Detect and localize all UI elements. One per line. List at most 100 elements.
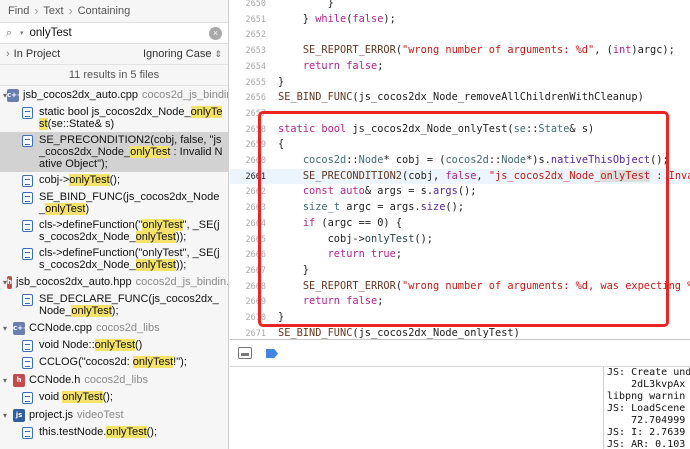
file-type-icon: c++ (7, 88, 23, 102)
line-number: 2660 (245, 156, 266, 166)
result-match-row[interactable]: cls->defineFunction("onlyTest", _SE(js_c… (0, 217, 228, 245)
result-file-name: project.js (29, 409, 74, 421)
breadcrumb-text[interactable]: Text (43, 5, 63, 17)
code-line[interactable]: 2663 size_t argc = args.size(); (230, 200, 690, 215)
code-text: return false; (302, 59, 384, 72)
disclosure-triangle-icon[interactable]: ▾ (3, 411, 13, 420)
result-match-text: void onlyTest(); (39, 391, 113, 403)
file-type-icon: js (13, 408, 25, 422)
result-file-row[interactable]: ▾ js project.js videoTest (0, 406, 228, 424)
line-number: 2651 (245, 14, 266, 25)
result-match-row[interactable]: CCLOG("cocos2d: onlyTest!"); (0, 354, 228, 371)
code-text: SE_REPORT_ERROR("wrong number of argumen… (302, 44, 675, 57)
code-line[interactable]: 2654 return false; (230, 59, 690, 74)
code-line[interactable]: 2657 (230, 106, 690, 121)
search-bar: ⌕ ▾ onlyTest × (0, 22, 228, 44)
code-line[interactable]: 2659 { (230, 137, 690, 152)
code-line[interactable]: 2671 SE_BIND_FUNC(js_cocos2dx_Node_onlyTe… (230, 326, 690, 339)
match-mode-selector[interactable]: Ignoring Case (143, 48, 212, 60)
chevron-right-icon: › (34, 4, 39, 18)
breadcrumb-containing[interactable]: Containing (78, 5, 131, 17)
console-line: JS: Create unde (607, 367, 690, 378)
text-match-icon (22, 192, 33, 204)
code-line[interactable]: 2665 cobj->onlyTest(); (230, 232, 690, 247)
disclosure-triangle-icon[interactable]: ▾ (3, 324, 13, 333)
code-line[interactable]: 2669 return false; (230, 294, 690, 309)
line-number: 2659 (245, 140, 266, 151)
line-number: 2661 (245, 171, 266, 182)
line-number: 2650 (245, 0, 266, 9)
code-line[interactable]: 2670} (230, 310, 690, 325)
search-input[interactable]: onlyTest (30, 27, 209, 39)
code-line[interactable]: 2652 (230, 27, 690, 42)
result-file-name: CCNode.h (29, 374, 81, 386)
result-match-text: static bool js_cocos2dx_Node_onlyTest(se… (39, 106, 223, 130)
text-match-icon (22, 357, 33, 369)
scope-selector[interactable]: In Project (14, 48, 143, 60)
code-text: } (278, 75, 285, 88)
code-line[interactable]: 2664 if (argc == 0) { (230, 216, 690, 231)
line-number: 2671 (245, 328, 266, 339)
result-file-group: cocos2d_libs (95, 322, 160, 334)
toggle-debug-area-icon[interactable] (238, 347, 252, 359)
result-file-row[interactable]: ▾ h jsb_cocos2dx_auto.hpp cocos2d_js_bindin… (0, 273, 228, 291)
code-text: return true; (327, 248, 403, 261)
console-line: libpng warnin (607, 391, 686, 402)
code-editor[interactable]: 2650 } 2651 } while(false); 2652 2653 SE_RE… (230, 0, 690, 339)
file-type-icon: h (13, 373, 25, 387)
code-line[interactable]: 2656 SE_BIND_FUNC(js_cocos2dx_Node_remove… (230, 90, 690, 105)
result-match-row[interactable]: cobj->onlyTest(); (0, 172, 228, 189)
code-line[interactable]: 2668 SE_REPORT_ERROR("wrong number of ar… (230, 279, 690, 294)
match-mode-stepper-icon: ⇕ (214, 48, 222, 59)
console-line: JS: I: 2.7639 (607, 427, 686, 438)
code-text: } while(false); (278, 12, 396, 25)
disclosure-triangle-icon[interactable]: ▾ (3, 376, 13, 385)
code-line[interactable]: 2658 static bool js_cocos2dx_Node_onlyTes… (230, 122, 690, 137)
code-line[interactable]: 2666 return true; (230, 247, 690, 262)
result-count: 11 results in 5 files (0, 64, 228, 86)
code-line[interactable]: 2661 SE_PRECONDITION2(cobj, false, "js_c… (230, 168, 690, 184)
code-text: size_t argc = args.size(); (302, 201, 465, 214)
result-match-row[interactable]: this.testNode.onlyTest(); (0, 424, 228, 441)
code-text: SE_BIND_FUNC(js_cocos2dx_Node_removeAllC… (278, 91, 644, 104)
result-file-group: cocos2d_libs (84, 374, 148, 386)
line-number: 2652 (245, 30, 266, 41)
result-match-row[interactable]: cls->defineFunction("onlyTest", _SE(js_c… (0, 245, 228, 273)
result-file-group: cocos2d_js_bindin... (141, 89, 228, 101)
code-line[interactable]: 2655} (230, 75, 690, 90)
result-match-row[interactable]: void onlyTest(); (0, 389, 228, 406)
result-match-row[interactable]: static bool js_cocos2dx_Node_onlyTest(se… (0, 104, 228, 132)
line-number: 2665 (245, 234, 266, 245)
code-text: SE_PRECONDITION2(cobj, false, "js_cocos2… (302, 169, 690, 182)
code-text: SE_BIND_FUNC(js_cocos2dx_Node_onlyTest) (278, 326, 520, 339)
code-line[interactable]: 2651 } while(false); (230, 12, 690, 27)
console-line: 72.704999 (607, 415, 686, 426)
clear-search-icon[interactable]: × (209, 26, 222, 40)
code-line[interactable]: 2667 } (230, 263, 690, 278)
text-match-icon (22, 107, 33, 119)
result-match-row[interactable]: void Node::onlyTest() (0, 337, 228, 354)
result-match-row[interactable]: SE_PRECONDITION2(cobj, false, "js_cocos2… (0, 132, 228, 172)
line-number: 2654 (245, 61, 266, 72)
code-line[interactable]: 2653 SE_REPORT_ERROR("wrong number of ar… (230, 43, 690, 58)
result-file-row[interactable]: ▾ c++ CCNode.cpp cocos2d_libs (0, 319, 228, 337)
code-line[interactable]: 2650 } (230, 0, 690, 11)
file-type-icon: c++ (13, 321, 29, 335)
text-match-icon (22, 175, 33, 187)
find-navigator: Find › Text › Containing ⌕ ▾ onlyTest × … (0, 0, 229, 449)
result-match-row[interactable]: SE_BIND_FUNC(js_cocos2dx_Node_onlyTest) (0, 189, 228, 217)
code-text: cocos2d::Node* cobj = (cocos2d::Node*)s.… (302, 154, 669, 166)
code-text: } (278, 0, 334, 9)
result-match-text: cls->defineFunction("onlyTest", _SE(js_c… (39, 219, 220, 243)
breadcrumb-find[interactable]: Find (8, 5, 29, 17)
result-match-row[interactable]: SE_DECLARE_FUNC(js_cocos2dx_Node_onlyTes… (0, 291, 228, 319)
code-text: return false; (302, 295, 384, 308)
code-line[interactable]: 2662 const auto& args = s.args(); (230, 184, 690, 199)
result-file-name: jsb_cocos2dx_auto.cpp (23, 89, 138, 101)
search-options-dropdown-icon[interactable]: ▾ (20, 29, 24, 37)
result-file-row[interactable]: ▾ h CCNode.h cocos2d_libs (0, 371, 228, 389)
line-number: 2666 (245, 250, 266, 261)
result-file-row[interactable]: ▾ c++ jsb_cocos2dx_auto.cpp cocos2d_js_bind… (0, 86, 228, 104)
breakpoints-toggle-icon[interactable] (266, 349, 278, 358)
code-line[interactable]: 2660 cocos2d::Node* cobj = (cocos2d::Nod… (230, 153, 690, 168)
